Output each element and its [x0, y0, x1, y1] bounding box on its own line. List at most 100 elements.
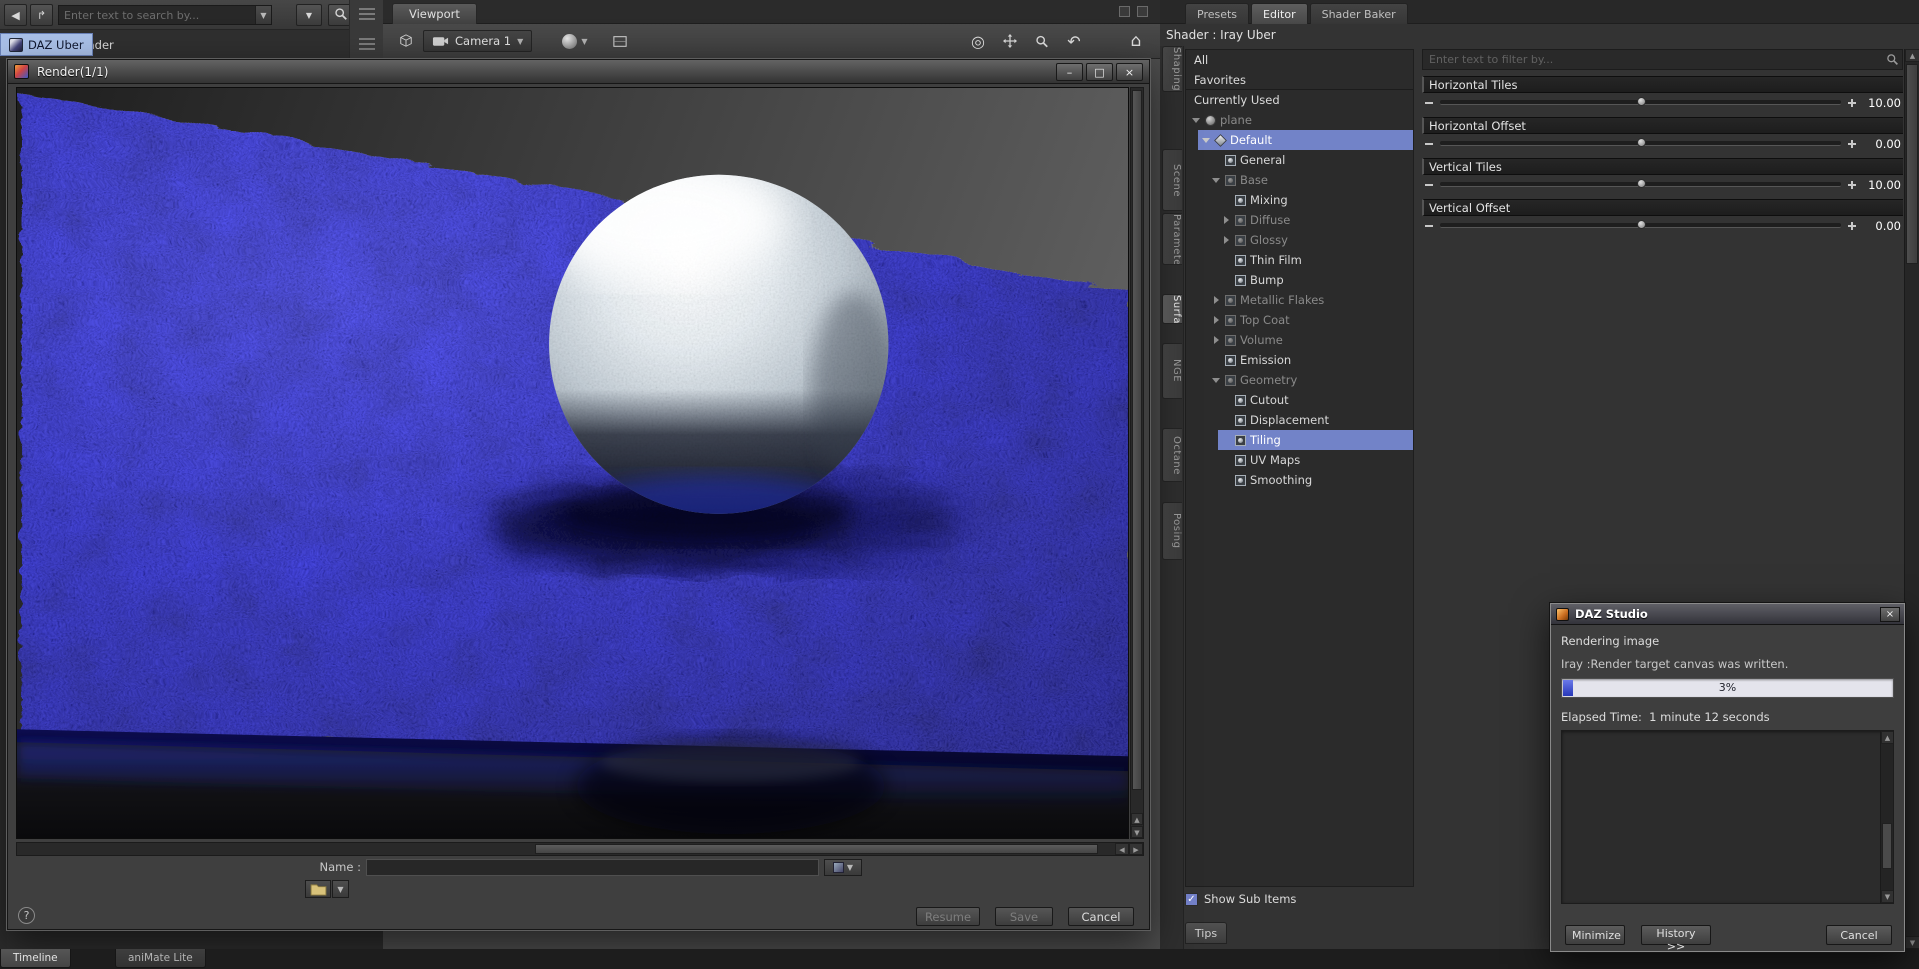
tree-item[interactable]: Volume [1186, 330, 1413, 350]
dialog-cancel-button[interactable]: Cancel [1826, 925, 1892, 945]
expand-arrow-icon[interactable] [1221, 395, 1231, 405]
tree-item[interactable]: Tiling [1186, 430, 1413, 450]
render-vertical-scrollbar[interactable]: ▲ ▼ [1130, 87, 1144, 839]
image-format-button[interactable]: ▼ [824, 859, 862, 876]
dialog-close-button[interactable]: × [1880, 607, 1900, 622]
cancel-button[interactable]: Cancel [1068, 907, 1134, 926]
save-button[interactable]: Save [995, 907, 1053, 926]
slider-handle[interactable] [1636, 179, 1646, 188]
tree-item[interactable]: Smoothing [1186, 470, 1413, 490]
slider-track[interactable] [1440, 179, 1841, 188]
increment-button[interactable] [1845, 94, 1859, 111]
slider-track[interactable] [1440, 220, 1841, 229]
expand-arrow-icon[interactable] [1211, 175, 1221, 185]
tab-viewport[interactable]: Viewport [392, 3, 477, 24]
aspect-frame-button[interactable] [607, 30, 633, 52]
filter-mode-dropdown[interactable]: ▼ [296, 4, 322, 26]
increment-button[interactable] [1845, 176, 1859, 193]
expand-arrow-icon[interactable] [1211, 375, 1221, 385]
tips-button[interactable]: Tips [1185, 922, 1227, 944]
close-button[interactable]: × [1116, 63, 1143, 81]
expand-arrow-icon[interactable] [1201, 135, 1211, 145]
folder-dropdown-button[interactable]: ▼ [332, 880, 349, 898]
increment-button[interactable] [1845, 135, 1859, 152]
minimize-button[interactable]: – [1056, 63, 1083, 81]
expand-arrow-icon[interactable] [1221, 235, 1231, 245]
expand-arrow-icon[interactable] [1211, 155, 1221, 165]
tree-item[interactable]: plane [1186, 110, 1413, 130]
parameter-value[interactable]: 0.00 [1859, 137, 1903, 151]
shader-product-item[interactable]: DAZ Uber [0, 33, 93, 56]
tree-item[interactable]: Metallic Flakes [1186, 290, 1413, 310]
side-dock-tab[interactable]: Surfaces [1162, 294, 1182, 324]
tree-item[interactable]: Diffuse [1186, 210, 1413, 230]
parameter-value[interactable]: 0.00 [1859, 219, 1903, 233]
orbit-camera-button[interactable]: ◎ [965, 30, 991, 52]
scroll-up-icon[interactable]: ▲ [1881, 731, 1893, 744]
side-dock-tab[interactable]: Shaping [1162, 46, 1182, 93]
slider-handle[interactable] [1636, 220, 1646, 229]
filter-list-item[interactable]: Currently Used [1186, 90, 1413, 110]
browse-folder-button[interactable] [305, 880, 331, 898]
pane-menu-icon[interactable] [1137, 6, 1148, 17]
render-name-input[interactable] [366, 859, 819, 876]
panel-tab[interactable]: Shader Baker [1309, 3, 1408, 24]
scrollbar-thumb[interactable] [1132, 90, 1142, 790]
scroll-down-icon[interactable]: ▼ [1881, 890, 1893, 903]
render-horizontal-scrollbar[interactable]: ◀ ▶ [16, 842, 1144, 856]
log-scrollbar[interactable]: ▲ ▼ [1880, 731, 1893, 903]
expand-arrow-icon[interactable] [1221, 475, 1231, 485]
slider-handle[interactable] [1636, 97, 1646, 106]
search-input[interactable] [59, 7, 255, 23]
panel-tab[interactable]: Presets [1185, 3, 1250, 24]
side-dock-tab[interactable]: Octane [1162, 428, 1182, 482]
expand-arrow-icon[interactable] [1211, 315, 1221, 325]
pane-grip-icon[interactable] [359, 8, 375, 21]
scroll-down-icon[interactable]: ▼ [1131, 826, 1143, 838]
dialog-history-button[interactable]: History >> [1641, 925, 1711, 953]
expand-arrow-icon[interactable] [1221, 195, 1231, 205]
expand-arrow-icon[interactable] [1221, 455, 1231, 465]
zoom-camera-button[interactable] [1029, 30, 1055, 52]
tree-item[interactable]: Top Coat [1186, 310, 1413, 330]
parameter-value[interactable]: 10.00 [1859, 178, 1903, 192]
scroll-down-icon[interactable]: ▼ [1905, 936, 1919, 949]
pan-camera-button[interactable] [997, 30, 1023, 52]
parameter-value[interactable]: 10.00 [1859, 96, 1903, 110]
drawstyle-button[interactable]: ▼ [555, 30, 595, 52]
tree-item[interactable]: Thin Film [1186, 250, 1413, 270]
slider-track[interactable] [1440, 97, 1841, 106]
increment-button[interactable] [1845, 217, 1859, 234]
camera-selector[interactable]: Camera 1 ▼ [423, 30, 533, 52]
expand-arrow-icon[interactable] [1211, 295, 1221, 305]
side-dock-tab[interactable]: Parameters [1162, 213, 1182, 265]
decrement-button[interactable] [1422, 94, 1436, 111]
filter-list-item[interactable]: All [1186, 50, 1413, 70]
parameter-filter-input[interactable] [1423, 53, 1882, 66]
tree-item[interactable]: Geometry [1186, 370, 1413, 390]
slider-handle[interactable] [1636, 138, 1646, 147]
expand-arrow-icon[interactable] [1221, 275, 1231, 285]
back-button[interactable]: ◀ [4, 4, 27, 26]
resume-button[interactable]: Resume [916, 907, 980, 926]
expand-arrow-icon[interactable] [1221, 255, 1231, 265]
scrollbar-thumb[interactable] [1882, 823, 1892, 869]
side-dock-tab[interactable]: Scene [1162, 149, 1182, 211]
pane-pin-icon[interactable] [1119, 6, 1130, 17]
panel-tab[interactable]: Editor [1251, 3, 1308, 24]
tree-item[interactable]: UV Maps [1186, 450, 1413, 470]
tree-item[interactable]: Emission [1186, 350, 1413, 370]
expand-arrow-icon[interactable] [1211, 335, 1221, 345]
scroll-up-icon[interactable]: ▲ [1131, 813, 1143, 825]
tree-item[interactable]: Glossy [1186, 230, 1413, 250]
up-level-button[interactable]: ↱ [30, 4, 53, 26]
tree-item[interactable]: Default [1186, 130, 1413, 150]
search-history-dropdown[interactable]: ▼ [255, 6, 271, 24]
scrollbar-thumb[interactable] [534, 844, 1098, 854]
scroll-up-icon[interactable]: ▲ [1905, 49, 1919, 62]
scroll-left-icon[interactable]: ◀ [1115, 843, 1129, 855]
dialog-titlebar[interactable]: DAZ Studio × [1551, 604, 1904, 625]
bottom-dock-tab[interactable]: Timeline [0, 949, 71, 968]
expand-arrow-icon[interactable] [1191, 115, 1201, 125]
tree-item[interactable]: Bump [1186, 270, 1413, 290]
